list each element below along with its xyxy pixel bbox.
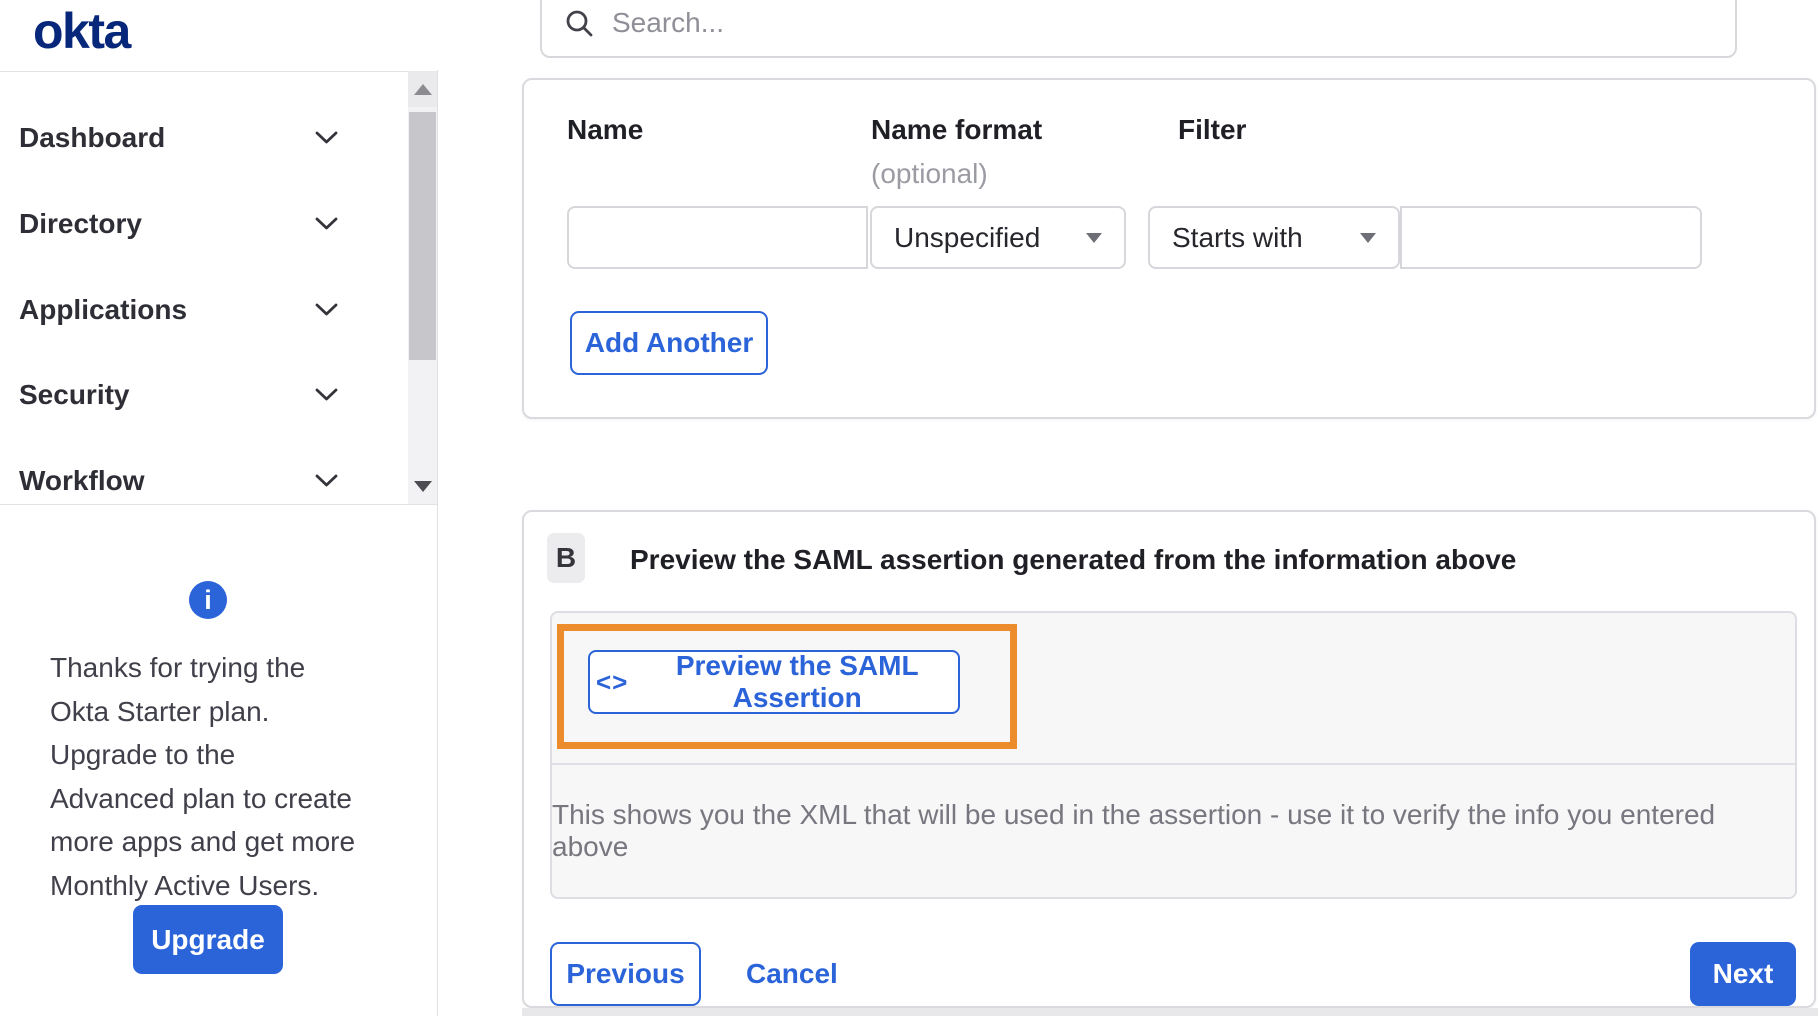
cancel-button[interactable]: Cancel: [724, 942, 860, 1006]
code-icon: <>: [596, 666, 629, 697]
previous-button[interactable]: Previous: [550, 942, 701, 1006]
next-button[interactable]: Next: [1690, 942, 1796, 1006]
filter-value-input[interactable]: [1400, 206, 1702, 269]
chevron-down-icon: [315, 388, 338, 401]
sidebar-item-workflow[interactable]: Workflow: [0, 438, 408, 524]
sidebar-item-label: Directory: [19, 208, 142, 239]
name-column-label: Name: [567, 114, 644, 145]
filter-type-dropdown[interactable]: Starts with: [1148, 206, 1400, 269]
preview-button-label: Preview the SAML Assertion: [675, 650, 919, 713]
preview-section-title: Preview the SAML assertion generated fro…: [630, 544, 1517, 575]
sidebar-divider: [437, 70, 438, 1016]
chevron-down-icon: [315, 303, 338, 316]
sidebar-item-label: Dashboard: [19, 122, 166, 153]
name-format-selected-value: Unspecified: [894, 221, 1041, 253]
dropdown-caret-icon: [1086, 232, 1102, 243]
sidebar-item-dashboard[interactable]: Dashboard: [0, 95, 408, 181]
global-search[interactable]: [540, 0, 1737, 58]
arrow-down-icon: [413, 480, 432, 492]
preview-saml-assertion-button[interactable]: <> Preview the SAML Assertion: [588, 650, 960, 714]
attribute-statements-card: Name Name format (optional) Filter Unspe…: [522, 78, 1816, 419]
okta-admin-console: okta Dashboard Directory Applications Se…: [0, 0, 1818, 1016]
sidebar-item-label: Security: [19, 379, 130, 410]
plan-note: Thanks for trying the Okta Starter plan.…: [50, 652, 356, 901]
sidebar-item-applications[interactable]: Applications: [0, 267, 408, 353]
name-format-column-label: Name format: [871, 114, 1043, 145]
sidebar-item-security[interactable]: Security: [0, 352, 408, 438]
scroll-down-button[interactable]: [408, 468, 437, 504]
arrow-up-icon: [413, 83, 432, 95]
info-icon: [189, 581, 227, 619]
scroll-up-button[interactable]: [408, 71, 437, 107]
attribute-name-input[interactable]: [567, 206, 868, 269]
sidebar-item-directory[interactable]: Directory: [0, 181, 408, 267]
sidebar-scrollbar[interactable]: [408, 71, 437, 504]
filter-column-label: Filter: [1178, 114, 1247, 145]
scrollbar-thumb[interactable]: [409, 112, 436, 360]
preview-description: This shows you the XML that will be used…: [552, 799, 1716, 862]
okta-logo: okta: [33, 3, 131, 59]
sidebar-nav: Dashboard Directory Applications Securit…: [0, 71, 437, 505]
name-format-dropdown[interactable]: Unspecified: [870, 206, 1126, 269]
dropdown-caret-icon: [1360, 232, 1376, 243]
add-another-button[interactable]: Add Another: [570, 311, 768, 375]
sidebar-item-label: Applications: [19, 294, 188, 325]
chevron-down-icon: [315, 217, 338, 230]
search-input[interactable]: [610, 0, 1735, 48]
chevron-down-icon: [315, 131, 338, 144]
step-b-badge: B: [547, 533, 585, 583]
preview-panel-top: <> Preview the SAML Assertion: [552, 613, 1795, 765]
filter-type-selected-value: Starts with: [1172, 221, 1303, 253]
preview-saml-card: B Preview the SAML assertion generated f…: [522, 510, 1816, 1008]
chevron-down-icon: [315, 474, 338, 487]
name-format-optional-hint: (optional): [871, 158, 988, 189]
preview-panel: <> Preview the SAML Assertion This shows…: [550, 611, 1797, 899]
sidebar-item-label: Workflow: [19, 465, 145, 496]
search-icon: [566, 10, 593, 36]
highlight-annotation-box: <> Preview the SAML Assertion: [557, 624, 1017, 749]
upgrade-button[interactable]: Upgrade: [133, 905, 283, 974]
horizontal-scrollbar[interactable]: [522, 1008, 1818, 1016]
